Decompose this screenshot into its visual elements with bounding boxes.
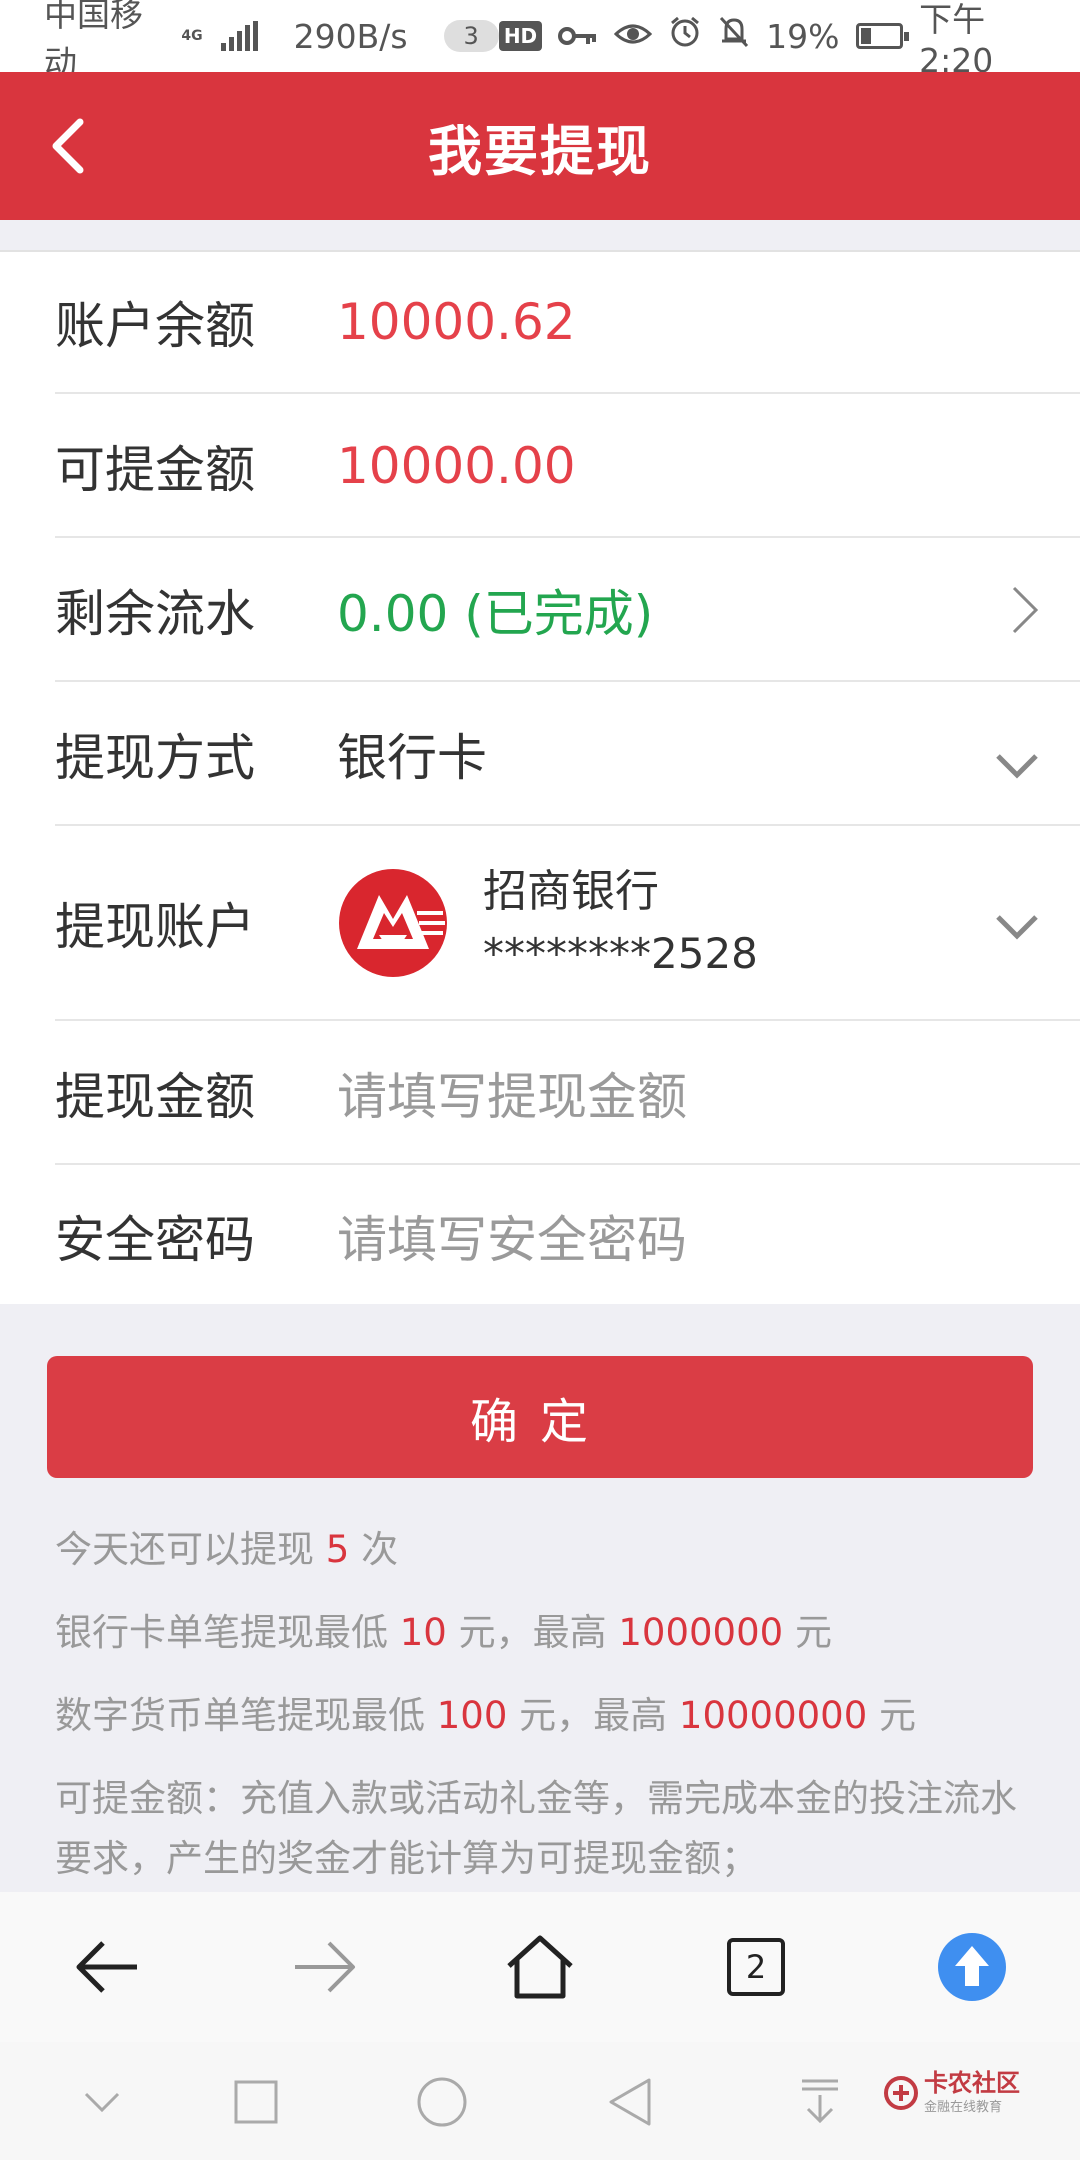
password-row: 安全密码 请填写安全密码 [55, 1166, 1080, 1306]
note-bank-limit: 银行卡单笔提现最低 10 元，最高 1000000 元 [55, 1611, 832, 1654]
chevron-down-icon [996, 753, 1038, 779]
note-withdrawable-explain: 可提金额：充值入款或活动礼金等，需完成本金的投注流水要求，产生的奖金才能计算为可… [55, 1777, 1017, 1880]
password-label: 安全密码 [55, 1211, 255, 1269]
watermark-sub: 金融在线教育 [924, 2100, 1003, 2115]
battery-icon [855, 23, 909, 49]
back-nav-button[interactable] [590, 2062, 670, 2142]
battery-percent: 19% [766, 16, 840, 56]
chevron-down-icon [996, 915, 1038, 940]
home-nav-button[interactable] [402, 2062, 482, 2142]
card-number: ********2528 [483, 929, 758, 978]
balance-row: 账户余额 10000.62 [55, 252, 1080, 394]
confirm-button[interactable]: 确定 [47, 1356, 1033, 1478]
amount-input[interactable]: 请填写提现金额 [337, 1057, 1080, 1129]
circle-icon [417, 2077, 467, 2127]
remaining-flow-label: 剩余流水 [55, 584, 255, 643]
amount-row: 提现金额 请填写提现金额 [55, 1022, 1080, 1165]
watermark: 卡农社区 金融在线教育 [884, 2070, 1020, 2115]
kanong-logo-icon [884, 2075, 918, 2110]
browser-toolbar: 2 [0, 1892, 1080, 2042]
back-button[interactable] [30, 108, 106, 184]
withdrawable-value: 10000.00 [337, 436, 576, 495]
home-icon [507, 1935, 573, 1999]
arrow-left-icon [76, 1941, 137, 1993]
method-label: 提现方式 [55, 728, 255, 787]
system-nav-bar: 卡农社区 金融在线教育 [0, 2042, 1080, 2160]
tabs-count: 2 [745, 1948, 767, 1986]
account-row[interactable]: 提现账户 招商银行 ********2528 [55, 827, 1080, 1021]
network-type: 4G [181, 28, 203, 44]
account-value: 招商银行 ********2528 [337, 861, 1080, 985]
method-value: 银行卡 [337, 728, 487, 787]
chevron-right-icon [1012, 586, 1039, 633]
method-row[interactable]: 提现方式 银行卡 [55, 683, 1080, 826]
eye-icon [613, 17, 653, 56]
note-daily-limit: 今天还可以提现 5 次 [55, 1528, 399, 1571]
pull-down-icon [802, 2079, 838, 2124]
password-input[interactable]: 请填写安全密码 [337, 1200, 1080, 1272]
header-bar: 我要提现 [0, 72, 1080, 220]
watermark-main: 卡农社区 [924, 2069, 1020, 2097]
page-title: 我要提现 [428, 119, 652, 183]
alarm-icon [668, 15, 702, 57]
remaining-flow-value: 0.00 (已完成) [337, 584, 654, 643]
square-icon [234, 2080, 278, 2124]
account-label: 提现账户 [55, 898, 255, 956]
recents-button[interactable] [216, 2062, 296, 2142]
browser-tabs-button[interactable]: 2 [696, 1907, 816, 2027]
tabs-icon: 2 [727, 1938, 785, 1996]
note-crypto-limit: 数字货币单笔提现最低 100 元，最高 10000000 元 [55, 1694, 917, 1737]
amount-label: 提现金额 [55, 1067, 255, 1126]
status-bar: 中国移动 4G 290B/s 3 HD 19% 下午2:20 [0, 0, 1080, 82]
remaining-flow-row[interactable]: 剩余流水 0.00 (已完成) [55, 539, 1080, 682]
withdrawable-label: 可提金额 [55, 440, 255, 499]
notification-pull-button[interactable] [780, 2062, 860, 2142]
arrow-up-circle-icon [938, 1933, 1006, 2001]
key-icon [558, 17, 598, 56]
notification-count-badge: 3 [443, 20, 499, 52]
chevron-down-icon [84, 2092, 120, 2113]
network-speed: 290B/s [293, 16, 408, 56]
browser-forward-button[interactable] [264, 1907, 384, 2027]
clock-time: 下午2:20 [919, 0, 994, 80]
hd-icon: HD [498, 21, 543, 51]
browser-home-button[interactable] [480, 1907, 600, 2027]
signal-icon [220, 21, 258, 51]
browser-back-button[interactable] [48, 1907, 168, 2027]
arrow-right-icon [295, 1941, 355, 1993]
triangle-back-icon [609, 2078, 651, 2126]
withdraw-notes: 今天还可以提现 5 次 银行卡单笔提现最低 10 元，最高 1000000 元 … [55, 1520, 1025, 1889]
withdraw-form: 账户余额 10000.62 可提金额 10000.00 剩余流水 0.00 (已… [0, 250, 1080, 1304]
balance-label: 账户余额 [55, 297, 255, 355]
cmb-bank-logo-icon [339, 869, 447, 977]
collapse-button[interactable] [62, 2062, 142, 2142]
chevron-left-icon [52, 118, 84, 174]
browser-upload-button[interactable] [912, 1907, 1032, 2027]
bank-name: 招商银行 [483, 866, 659, 917]
mute-icon [718, 15, 750, 57]
balance-value: 10000.62 [337, 293, 576, 351]
withdrawable-row: 可提金额 10000.00 [55, 395, 1080, 538]
